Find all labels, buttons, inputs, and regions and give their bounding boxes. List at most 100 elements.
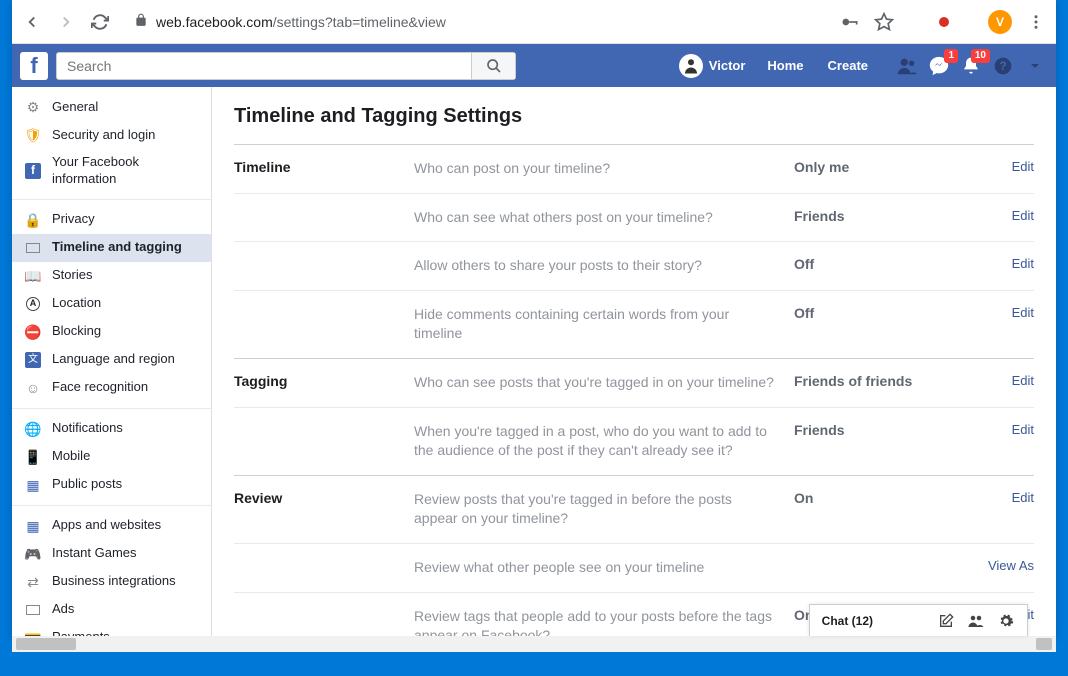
chat-bar[interactable]: Chat (12) <box>809 604 1028 636</box>
setting-row: Who can see what others post on your tim… <box>234 194 1034 243</box>
setting-label: Review posts that you're tagged in befor… <box>414 490 794 529</box>
sidebar-item-general[interactable]: ⚙ General <box>12 93 211 121</box>
horizontal-scrollbar[interactable] <box>12 636 1056 652</box>
sidebar-icon: ⇄ <box>24 573 42 591</box>
sidebar-item-face-recognition[interactable]: ☺ Face recognition <box>12 374 211 402</box>
dropdown-icon[interactable] <box>1022 53 1048 79</box>
setting-row: TimelineWho can post on your timeline?On… <box>234 145 1034 194</box>
chat-label: Chat (12) <box>822 614 873 628</box>
sidebar-item-location[interactable]: ALocation <box>12 290 211 318</box>
sidebar-item-stories[interactable]: 📖Stories <box>12 262 211 290</box>
section-name: Review <box>234 490 414 506</box>
setting-label: Who can post on your timeline? <box>414 159 794 179</box>
sidebar-item-instant-games[interactable]: 🎮 Instant Games <box>12 540 211 568</box>
reload-button[interactable] <box>90 12 110 32</box>
sidebar-icon: A <box>24 295 42 313</box>
search-input[interactable] <box>57 58 471 74</box>
sidebar-icon: 🎮 <box>24 545 42 563</box>
user-name: Victor <box>709 58 746 73</box>
edit-link[interactable]: Edit <box>974 490 1034 505</box>
sidebar-item-apps-and-websites[interactable]: ▦ Apps and websites <box>12 512 211 540</box>
facebook-logo[interactable]: f <box>20 52 48 80</box>
sidebar-icon: ☺ <box>24 379 42 397</box>
sidebar-icon: 📱 <box>24 448 42 466</box>
sidebar-label: Public posts <box>52 476 122 493</box>
profile-pic <box>679 54 703 78</box>
settings-sidebar: ⚙ General 🛡 Security and login f Your Faceboo… <box>12 87 212 636</box>
extension-icon[interactable] <box>934 12 954 32</box>
sidebar-icon <box>24 239 42 257</box>
setting-row: TaggingWho can see posts that you're tag… <box>234 359 1034 408</box>
sidebar-item-business-integrations[interactable]: ⇄ Business integrations <box>12 568 211 596</box>
sidebar-label: Business integrations <box>52 573 176 590</box>
menu-button[interactable] <box>1026 12 1046 32</box>
setting-label: Who can see posts that you're tagged in … <box>414 373 794 393</box>
setting-value: Friends of friends <box>794 373 974 389</box>
sidebar-item-privacy[interactable]: 🔒 Privacy <box>12 206 211 234</box>
home-link[interactable]: Home <box>759 58 811 73</box>
messages-icon[interactable]: 1 <box>926 53 952 79</box>
sidebar-label: General <box>52 99 98 116</box>
friends-icon[interactable] <box>894 53 920 79</box>
sidebar-item-blocking[interactable]: ⛔Blocking <box>12 318 211 346</box>
edit-link[interactable]: View As <box>974 558 1034 573</box>
sidebar-item-payments[interactable]: 💳Payments <box>12 624 211 636</box>
compose-icon[interactable] <box>937 612 955 630</box>
sidebar-label: Instant Games <box>52 545 137 562</box>
sidebar-label: Blocking <box>52 323 101 340</box>
sidebar-label: Your Facebook information <box>52 154 199 188</box>
url-bar[interactable]: web.facebook.com/settings?tab=timeline&v… <box>124 13 826 30</box>
lock-icon <box>134 13 148 30</box>
profile-avatar[interactable]: V <box>988 10 1012 34</box>
sidebar-item-mobile[interactable]: 📱Mobile <box>12 443 211 471</box>
page-title: Timeline and Tagging Settings <box>234 105 1034 128</box>
sidebar-item-notifications[interactable]: 🌐Notifications <box>12 415 211 443</box>
sidebar-icon: 💳 <box>24 629 42 636</box>
sidebar-item-timeline-and-tagging[interactable]: Timeline and tagging <box>12 234 211 262</box>
sidebar-icon: 🌐 <box>24 420 42 438</box>
notifications-icon[interactable]: 10 <box>958 53 984 79</box>
search-button[interactable] <box>471 53 515 79</box>
edit-link[interactable]: Edit <box>974 305 1034 320</box>
sidebar-item-language-and-region[interactable]: 文Language and region <box>12 346 211 374</box>
sidebar-item-security-and-login[interactable]: 🛡 Security and login <box>12 121 211 149</box>
edit-link[interactable]: Edit <box>974 159 1034 174</box>
sidebar-icon: 🛡 <box>24 126 42 144</box>
forward-button[interactable] <box>56 12 76 32</box>
create-link[interactable]: Create <box>820 58 876 73</box>
setting-row: ReviewReview posts that you're tagged in… <box>234 476 1034 544</box>
sidebar-label: Language and region <box>52 351 175 368</box>
chat-friends-icon[interactable] <box>967 612 985 630</box>
section-name: Timeline <box>234 159 414 175</box>
setting-row: Hide comments containing certain words f… <box>234 291 1034 358</box>
sidebar-label: Security and login <box>52 127 155 144</box>
setting-label: Who can see what others post on your tim… <box>414 208 794 228</box>
sidebar-item-public-posts[interactable]: ▦Public posts <box>12 471 211 499</box>
help-icon[interactable]: ? <box>990 53 1016 79</box>
sidebar-item-ads[interactable]: Ads <box>12 596 211 624</box>
back-button[interactable] <box>22 12 42 32</box>
chat-settings-icon[interactable] <box>997 612 1015 630</box>
sidebar-icon: ▦ <box>24 517 42 535</box>
edit-link[interactable]: Edit <box>974 373 1034 388</box>
sidebar-icon: f <box>24 162 42 180</box>
profile-link[interactable]: Victor <box>673 54 752 78</box>
setting-label: Allow others to share your posts to thei… <box>414 256 794 276</box>
sidebar-item-your-facebook-information[interactable]: f Your Facebook information <box>12 149 211 193</box>
setting-label: Review what other people see on your tim… <box>414 558 794 578</box>
setting-label: When you're tagged in a post, who do you… <box>414 422 794 461</box>
key-icon[interactable] <box>840 12 860 32</box>
settings-content: Timeline and Tagging Settings TimelineWh… <box>212 87 1056 636</box>
sidebar-label: Stories <box>52 267 92 284</box>
sidebar-icon: ⚙ <box>24 98 42 116</box>
star-button[interactable] <box>874 12 894 32</box>
edit-link[interactable]: Edit <box>974 256 1034 271</box>
edit-link[interactable]: Edit <box>974 208 1034 223</box>
sidebar-label: Face recognition <box>52 379 148 396</box>
sidebar-label: Privacy <box>52 211 95 228</box>
setting-label: Review tags that people add to your post… <box>414 607 794 636</box>
edit-link[interactable]: Edit <box>974 422 1034 437</box>
sidebar-label: Apps and websites <box>52 517 161 534</box>
sidebar-label: Ads <box>52 601 74 618</box>
sidebar-icon: 🔒 <box>24 211 42 229</box>
